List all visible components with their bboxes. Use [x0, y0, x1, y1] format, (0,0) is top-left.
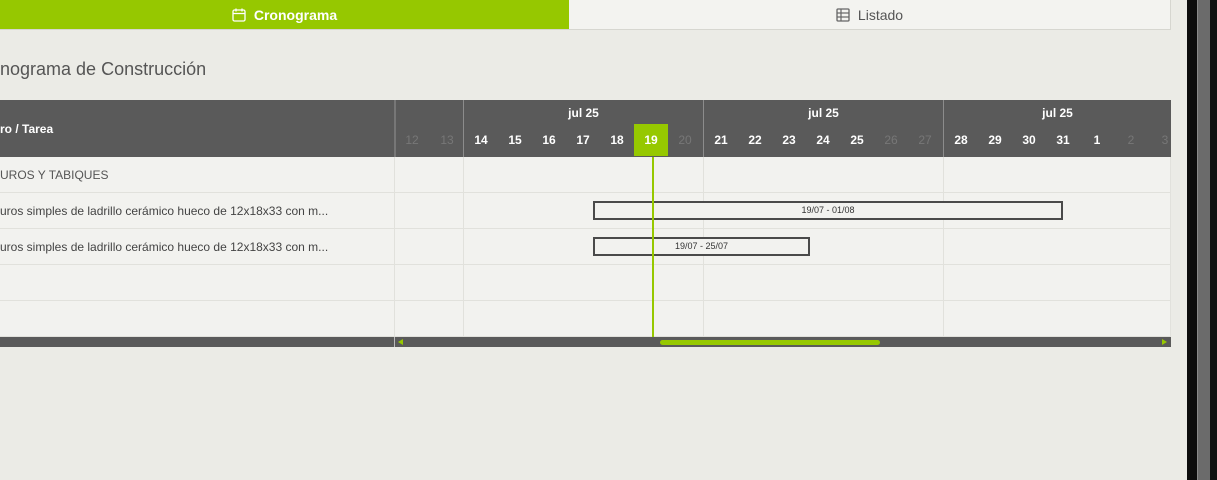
calendar-icon [232, 8, 246, 22]
task-row[interactable] [0, 265, 1171, 301]
week-label: jul 25 [1042, 106, 1073, 120]
task-row[interactable]: uros simples de ladrillo cerámico hueco … [0, 229, 1171, 265]
day-label: 22 [748, 133, 762, 147]
tab-cronograma-label: Cronograma [253, 6, 338, 23]
window-edge [1187, 0, 1197, 480]
row-label [0, 301, 395, 337]
today-marker [652, 157, 654, 337]
day-label: 14 [474, 133, 488, 147]
page-title: nograma de Construcción [0, 59, 207, 79]
task-column-header: ro / Tarea [0, 100, 395, 157]
gantt-body: UROS Y TABIQUES uros simples de ladrillo … [0, 157, 1171, 337]
chapter-row[interactable]: UROS Y TABIQUES [0, 157, 1171, 193]
scroll-right-icon[interactable] [1162, 339, 1167, 345]
day-label: 15 [508, 133, 522, 147]
day-label: 20 [678, 133, 692, 147]
tab-cronograma[interactable]: Cronograma [0, 0, 569, 29]
row-label: uros simples de ladrillo cerámico hueco … [0, 193, 395, 229]
day-label: 25 [850, 133, 864, 147]
day-label: 3 [1161, 133, 1169, 147]
day-label: 26 [884, 133, 898, 147]
task-bar[interactable]: 19/07 - 01/08 [593, 201, 1063, 220]
task-bar[interactable]: 19/07 - 25/07 [593, 237, 810, 256]
day-label: 13 [440, 133, 454, 147]
week-label: jul 25 [808, 106, 839, 120]
scroll-left-icon[interactable] [398, 339, 403, 345]
day-label: 18 [610, 133, 624, 147]
day-label: 30 [1022, 133, 1036, 147]
day-label: 29 [988, 133, 1002, 147]
day-label: 28 [954, 133, 968, 147]
tab-listado-label: Listado [857, 6, 904, 23]
day-label: 23 [782, 133, 796, 147]
row-label: UROS Y TABIQUES [0, 157, 395, 193]
table-icon [836, 7, 850, 22]
gantt-scrollbar[interactable] [0, 337, 1171, 347]
day-label: 12 [405, 133, 419, 147]
day-label: 16 [542, 133, 556, 147]
day-label: 24 [816, 133, 830, 147]
row-label: uros simples de ladrillo cerámico hueco … [0, 229, 395, 265]
day-label: 1 [1093, 133, 1101, 147]
day-label: 17 [576, 133, 590, 147]
row-label [0, 265, 395, 301]
task-row[interactable]: uros simples de ladrillo cerámico hueco … [0, 193, 1171, 229]
week-label: jul 25 [568, 106, 599, 120]
gantt-chart: ro / Tarea jul 25 jul 25 jul 25 12 13 14 15 16 1… [0, 100, 1171, 347]
scroll-track-start [394, 337, 395, 347]
gantt-header: ro / Tarea jul 25 jul 25 jul 25 12 13 14 15 16 1… [0, 100, 1171, 157]
day-label: 21 [714, 133, 728, 147]
task-row[interactable] [0, 301, 1171, 337]
view-tabs: Cronograma Listado [0, 0, 1171, 30]
day-label: 2 [1127, 133, 1135, 147]
tab-listado[interactable]: Listado [569, 0, 1171, 29]
scroll-thumb[interactable] [660, 340, 880, 345]
day-today: 19 [634, 124, 668, 156]
day-label: 31 [1056, 133, 1070, 147]
day-label: 27 [918, 133, 932, 147]
window-edge-right [1210, 0, 1217, 480]
